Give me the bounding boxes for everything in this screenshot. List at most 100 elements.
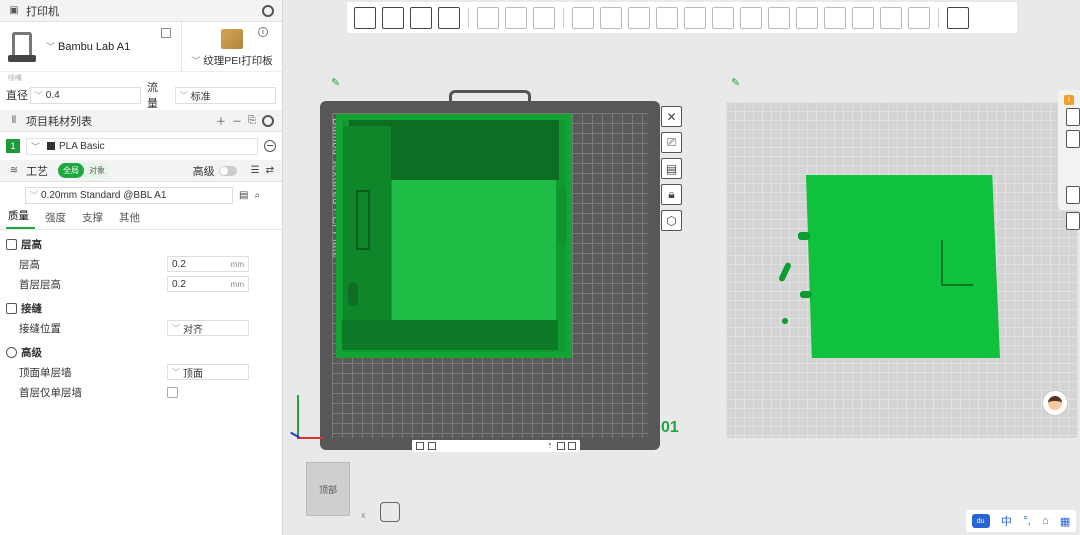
first-layer-single-wall-checkbox[interactable] <box>167 386 178 398</box>
tab-quality[interactable]: 质量 <box>6 208 35 229</box>
filament-settings-gear-icon[interactable] <box>262 114 274 127</box>
plate-swatch <box>221 29 243 49</box>
close-plate-icon[interactable]: ✕ <box>661 106 682 127</box>
text-shape-icon[interactable] <box>796 6 818 29</box>
edit-plate-name-pencil-icon[interactable]: ✎ <box>331 76 342 89</box>
flow-label: 流量 <box>146 82 158 110</box>
explode-view-icon[interactable] <box>947 6 969 29</box>
plate-upload-icon[interactable]: ⇡ <box>547 442 553 450</box>
printer-settings-gear-icon[interactable] <box>262 4 274 17</box>
global-object-toggle[interactable]: 全局 对象 <box>58 163 110 178</box>
search-icon[interactable]: ⌕ <box>254 190 260 201</box>
printer-image <box>8 30 36 64</box>
ime-toolbar: du 中 °, ⌂ ▦ <box>966 510 1076 532</box>
compare-icon[interactable]: ⇄ <box>266 165 274 176</box>
rotate-icon[interactable] <box>600 6 622 29</box>
preview-tool-icon[interactable] <box>1066 186 1080 204</box>
plate-side-tools: ✕ ⎚ ▤ 🔒︎ ⬡ <box>661 106 683 236</box>
camera-reset-icon[interactable] <box>380 502 400 522</box>
ime-punctuation-icon[interactable]: °, <box>1023 515 1030 527</box>
preview-tool-icon[interactable] <box>1066 130 1080 148</box>
split-objects-icon[interactable] <box>477 6 499 29</box>
arrange-plate-icon[interactable]: ▤ <box>661 158 682 179</box>
plate-filament-icon[interactable] <box>428 442 436 450</box>
advanced-switch[interactable] <box>218 165 237 176</box>
filament-name: PLA Basic <box>59 140 105 152</box>
auto-orient-plate-icon[interactable]: ⎚ <box>661 132 682 153</box>
toolbar-divider <box>468 7 469 28</box>
preview-model[interactable] <box>806 175 1000 358</box>
warning-badge[interactable]: ! <box>1064 95 1074 105</box>
printer-icon: ▣ <box>9 5 19 16</box>
first-layer-height-input[interactable]: 0.2 mm <box>167 276 249 292</box>
filament-select[interactable]: ﹀ PLA Basic <box>26 137 258 155</box>
process-preset-select[interactable]: ﹀ 0.20mm Standard @BBL A1 <box>25 186 233 204</box>
seam-paint-icon[interactable] <box>768 6 790 29</box>
sidebar: ▣ 打印机 ﹀ Bambu Lab A1 i ﹀ 纹理PEI打印板 喷嘴 直径 … <box>0 0 283 535</box>
nozzle-row: 直径 ﹀ 0.4 流量 ﹀ 标准 <box>0 82 282 110</box>
layer-height-icon <box>6 238 17 250</box>
tab-strength[interactable]: 强度 <box>43 210 72 229</box>
filament-section-header: ⦀ 项目耗材列表 ＋ － ⎘ <box>0 110 282 132</box>
ime-logo[interactable]: du <box>971 514 990 528</box>
cut-icon[interactable] <box>684 6 706 29</box>
axis-x <box>297 437 323 439</box>
ime-grid-icon[interactable]: ▦ <box>1060 515 1070 528</box>
assistant-avatar[interactable] <box>1042 390 1068 416</box>
seam-position-select[interactable]: ﹀ 对齐 <box>167 320 249 336</box>
plate-menu-icon[interactable] <box>568 442 576 450</box>
printer-card[interactable]: ﹀ Bambu Lab A1 <box>0 22 182 71</box>
advanced-group: 高级 <box>0 342 282 362</box>
lock-plate-icon[interactable]: 🔒︎ <box>661 184 682 205</box>
plate-type-card[interactable]: i ﹀ 纹理PEI打印板 <box>182 22 282 71</box>
toggle-object[interactable]: 对象 <box>84 163 110 178</box>
layer-height-row: 层高 0.2 mm <box>0 254 282 274</box>
top-single-wall-label: 顶面单层墙 <box>19 366 72 379</box>
measure-icon[interactable] <box>852 6 874 29</box>
align-icon[interactable] <box>908 6 930 29</box>
orient-icon[interactable] <box>410 6 432 29</box>
filament-item: 1 ﹀ PLA Basic <box>0 132 282 160</box>
tab-support[interactable]: 支撑 <box>80 210 109 229</box>
layer-height-input[interactable]: 0.2 mm <box>167 256 249 272</box>
close-preview-icon[interactable] <box>1066 108 1080 126</box>
remove-filament-icon[interactable]: － <box>232 113 242 128</box>
first-layer-height-row: 首层层高 0.2 mm <box>0 274 282 294</box>
list-icon[interactable]: ☰ <box>251 165 260 176</box>
info-icon[interactable]: i <box>258 27 268 37</box>
view-cube[interactable]: 顶部 <box>306 462 350 516</box>
color-paint-icon[interactable] <box>824 6 846 29</box>
boolean-icon[interactable] <box>712 6 734 29</box>
scale-icon[interactable] <box>628 6 650 29</box>
support-paint-icon[interactable] <box>740 6 762 29</box>
ime-skin-icon[interactable]: ⌂ <box>1042 515 1049 527</box>
save-preset-icon[interactable]: ▤ <box>239 190 248 201</box>
add-plate-icon[interactable] <box>382 6 404 29</box>
move-icon[interactable] <box>572 6 594 29</box>
lay-on-face-icon[interactable] <box>656 6 678 29</box>
layers-edit-icon[interactable] <box>533 6 555 29</box>
edit-preview-pencil-icon[interactable]: ✎ <box>731 76 742 89</box>
plate-lock-icon[interactable] <box>557 442 565 450</box>
edit-printer-icon[interactable] <box>161 28 171 38</box>
split-parts-icon[interactable] <box>505 6 527 29</box>
filament-options-icon[interactable] <box>264 140 276 152</box>
flow-select[interactable]: ﹀ 标准 <box>174 86 276 104</box>
add-object-icon[interactable] <box>354 6 376 29</box>
process-preset-row: ﹀ 0.20mm Standard @BBL A1 ▤ ⌕ <box>0 182 282 208</box>
tab-others[interactable]: 其他 <box>117 210 146 229</box>
preview-tool-icon[interactable] <box>1066 212 1080 230</box>
plate-settings-icon[interactable] <box>416 442 424 450</box>
sync-filament-icon[interactable]: ⎘ <box>248 115 256 126</box>
plate-settings-icon[interactable]: ⬡ <box>661 210 682 231</box>
filament-type-icon <box>47 142 56 150</box>
add-filament-icon[interactable]: ＋ <box>216 113 226 128</box>
model-hole-feature <box>348 282 358 306</box>
plate-footer-bar: ⇡ <box>412 440 580 452</box>
assembly-icon[interactable] <box>880 6 902 29</box>
diameter-select[interactable]: ﹀ 0.4 <box>29 86 141 104</box>
arrange-icon[interactable] <box>438 6 460 29</box>
toggle-global[interactable]: 全局 <box>58 163 84 178</box>
ime-language[interactable]: 中 <box>1001 513 1012 529</box>
top-single-wall-select[interactable]: ﹀ 顶面 <box>167 364 249 380</box>
